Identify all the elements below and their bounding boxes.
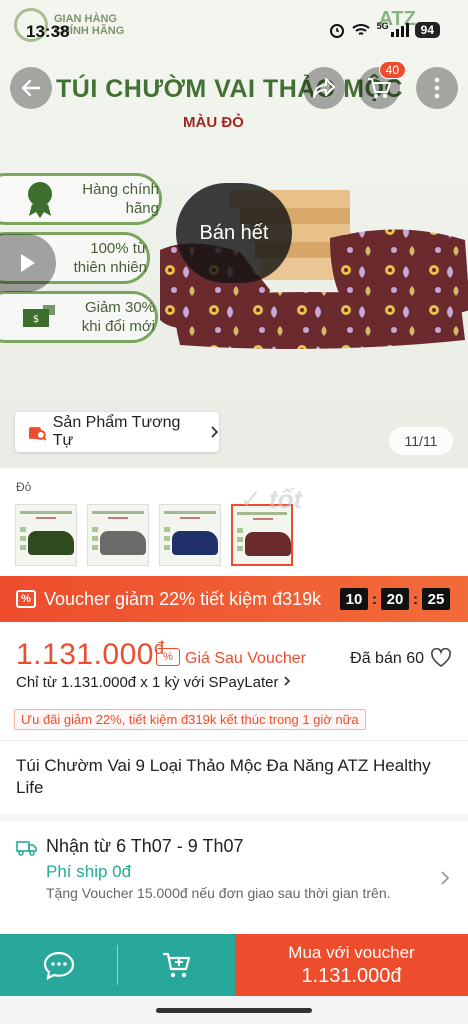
cart-button[interactable]: 40: [358, 61, 406, 109]
feature-label: Giảm 30% khi đổi mới: [81, 299, 155, 335]
wifi-icon: [351, 24, 370, 35]
countdown-timer: 10 : 20 : 25: [340, 588, 450, 610]
share-button[interactable]: [303, 67, 345, 109]
voucher-text: Voucher giảm 22% tiết kiệm đ319k: [44, 588, 322, 609]
voucher-icon: %: [16, 590, 36, 608]
timer-minutes: 20: [381, 588, 409, 610]
status-icons: 5G 94: [329, 21, 440, 38]
feature-discount: $ Giảm 30% khi đổi mới: [0, 291, 158, 343]
image-page-indicator: 11/11: [389, 427, 453, 455]
chevron-right-icon: [441, 871, 450, 885]
similar-products-button[interactable]: Sản Phẩm Tương Tự: [15, 412, 219, 452]
variant-label: Đỏ: [16, 480, 32, 494]
buy-with-voucher-button[interactable]: Mua với voucher 1.131.000đ: [235, 934, 468, 996]
chevron-right-icon: [211, 426, 219, 438]
spaylater-text: Chỉ từ 1.131.000đ x 1 kỳ với SPayLater: [16, 674, 279, 691]
voucher-banner[interactable]: % Voucher giảm 22% tiết kiệm đ319k 10 : …: [0, 576, 468, 622]
price-section: 1.131.000đ % Giá Sau Voucher Đã bán 60 C…: [0, 622, 468, 740]
search-bag-icon: [28, 427, 47, 441]
sold-count: Đã bán 60: [350, 650, 424, 667]
feature-label: Hàng chính hãng: [82, 181, 159, 217]
variant-thumb[interactable]: [159, 504, 221, 566]
truck-icon: [16, 841, 37, 856]
hero-subtitle: MÀU ĐỎ: [183, 114, 244, 131]
svg-text:$: $: [33, 314, 39, 325]
hero-title: TÚI CHƯỜM VAI THẢO MỘC: [56, 75, 404, 103]
spaylater-link[interactable]: Chỉ từ 1.131.000đ x 1 kỳ với SPayLater: [16, 674, 291, 691]
cart-count-badge: 40: [378, 61, 406, 79]
battery-indicator: 94: [414, 22, 440, 38]
chevron-right-icon: [284, 676, 290, 686]
heart-icon[interactable]: [430, 648, 452, 668]
back-button[interactable]: [10, 67, 52, 109]
alarm-icon: [329, 24, 344, 38]
variant-swatch: [172, 531, 218, 555]
similar-products-label: Sản Phẩm Tương Tự: [52, 414, 181, 449]
bottom-action-bar: Mua với voucher 1.131.000đ: [0, 934, 468, 996]
product-image-carousel[interactable]: GIAN HÀNG CHÍNH HÃNG ATZ 13:38 5G 94 TÚI…: [0, 0, 468, 468]
variant-thumb[interactable]: [87, 504, 149, 566]
watermark: ✓ tốt: [240, 484, 303, 514]
money-icon: $: [23, 305, 55, 327]
price-after-voucher-label: Giá Sau Voucher: [185, 650, 306, 667]
cart-icon: [368, 78, 391, 98]
play-icon: [21, 254, 35, 272]
sold-out-badge: Bán hết: [176, 183, 292, 283]
medal-icon: [28, 182, 52, 218]
variant-selector: Đỏ ✓ tốt: [0, 468, 468, 576]
more-vertical-icon: [434, 77, 440, 99]
shipping-section[interactable]: Nhận từ 6 Th07 - 9 Th07 Phí ship 0đ Tặng…: [0, 814, 468, 934]
play-video-button[interactable]: [0, 234, 56, 292]
voucher-price-icon: %: [156, 648, 180, 666]
product-title-section: Túi Chườm Vai 9 Loại Thảo Mộc Đa Năng AT…: [0, 740, 468, 814]
price-amount: 1.131.000: [16, 638, 154, 671]
shipping-fee: Phí ship 0đ: [46, 862, 132, 881]
timer-seconds: 25: [422, 588, 450, 610]
home-indicator-area: [0, 996, 468, 1024]
share-icon: [313, 78, 335, 98]
status-bar: 13:38 5G 94: [0, 0, 468, 44]
chat-icon: [43, 951, 74, 980]
shipping-voucher-note: Tặng Voucher 15.000đ nếu đơn giao sau th…: [46, 885, 391, 901]
variant-swatch: [100, 531, 146, 555]
variant-swatch: [28, 531, 74, 555]
product-title: Túi Chườm Vai 9 Loại Thảo Mộc Đa Năng AT…: [16, 756, 431, 797]
signal-icon: [390, 23, 409, 37]
more-options-button[interactable]: [416, 67, 458, 109]
variant-thumb[interactable]: [15, 504, 77, 566]
buy-label: Mua với voucher: [288, 942, 415, 962]
feature-label: 100% từ thiên nhiên: [73, 240, 147, 276]
variant-swatch: [245, 532, 291, 556]
delivery-date: Nhận từ 6 Th07 - 9 Th07: [46, 836, 244, 856]
home-indicator[interactable]: [156, 1008, 312, 1013]
network-type: 5G: [376, 21, 389, 31]
chat-button[interactable]: [0, 934, 117, 996]
feature-authentic: Hàng chính hãng: [0, 173, 162, 225]
promo-strip: Ưu đãi giảm 22%, tiết kiệm đ319k kết thú…: [14, 709, 366, 730]
price: 1.131.000đ: [16, 638, 164, 672]
buy-price: 1.131.000đ: [301, 964, 402, 987]
timer-hours: 10: [340, 588, 368, 610]
status-time: 13:38: [26, 22, 70, 41]
add-to-cart-icon: [162, 952, 190, 978]
arrow-left-icon: [21, 79, 41, 97]
add-to-cart-button[interactable]: [118, 934, 235, 996]
